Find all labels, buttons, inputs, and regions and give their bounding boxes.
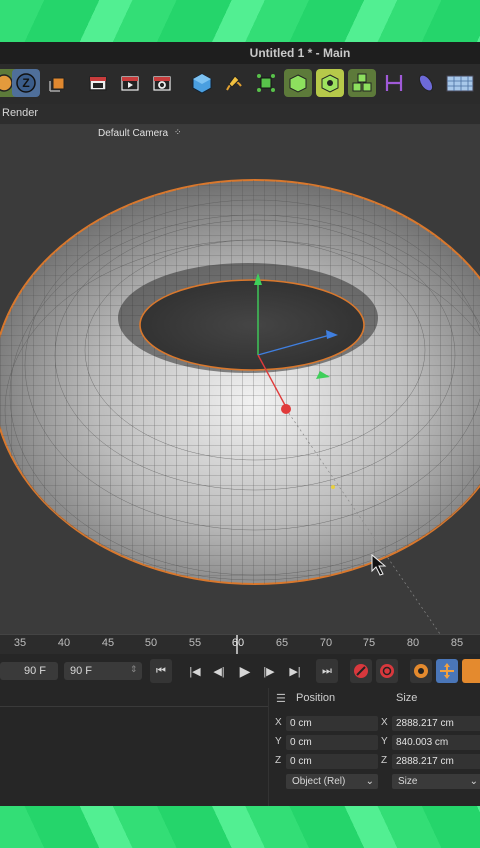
window-title: Untitled 1 * - Main (249, 46, 351, 60)
position-z-field[interactable]: 0 cm (286, 754, 378, 769)
stepper-icon[interactable]: ⇕ (130, 664, 138, 675)
timeline-tick: 70 (319, 637, 333, 649)
background-bottom (0, 806, 480, 848)
size-z-label: Z (381, 755, 388, 766)
timeline-tick: 50 (144, 637, 158, 649)
pen-spline-icon[interactable] (220, 69, 248, 97)
size-y-field[interactable]: 840.003 cm (392, 735, 480, 750)
clapboard-icon[interactable] (84, 69, 112, 97)
goto-end-icon[interactable]: ⏭ (316, 659, 338, 683)
capsule-icon[interactable] (412, 69, 440, 97)
next-key-icon[interactable]: ▶| (284, 659, 306, 683)
timeline-tick: 35 (13, 637, 27, 649)
size-header: Size (396, 692, 418, 704)
measure-icon[interactable] (380, 69, 408, 97)
camera-label[interactable]: Default Camera (98, 128, 168, 139)
timeline-tick: 80 (406, 637, 420, 649)
torus-render (0, 179, 480, 634)
chevron-down-icon: ⌄ (365, 776, 374, 787)
scale-key-icon[interactable] (462, 659, 480, 683)
play-icon[interactable]: ▶ (234, 659, 256, 683)
position-mode-value: Object (Rel) (292, 776, 346, 787)
size-x-field[interactable]: 2888.217 cm (392, 716, 480, 731)
next-frame-icon[interactable]: |▶ (258, 659, 280, 683)
position-header: Position (296, 692, 336, 704)
position-z-label: Z (275, 755, 282, 766)
svg-text:Z: Z (22, 76, 29, 90)
generator-icon[interactable] (252, 69, 280, 97)
start-frame-field[interactable]: 90 F (0, 662, 58, 680)
position-mode-dropdown[interactable]: Object (Rel) ⌄ (286, 774, 378, 789)
background-top (0, 0, 480, 42)
keyframe-settings-icon[interactable] (410, 659, 432, 683)
3d-viewport[interactable]: Default Camera ⁘ (0, 125, 480, 634)
autokey-icon[interactable] (376, 659, 398, 683)
timeline-tick: 45 (101, 637, 115, 649)
transport-bar: 90 F 90 F ⇕ ⏮ |◀ ◀| ▶ |▶ ▶| ⏭ (0, 654, 480, 688)
subdivision-icon[interactable] (316, 69, 344, 97)
timeline-tick: 55 (188, 637, 202, 649)
cube-object-icon[interactable] (44, 69, 72, 97)
camera-dropdown-icon[interactable]: ⁘ (174, 127, 182, 138)
size-z-field[interactable]: 2888.217 cm (392, 754, 480, 769)
goto-start-icon[interactable]: ⏮ (150, 659, 172, 683)
cube-primitive-icon[interactable] (188, 69, 216, 97)
render-icon[interactable] (116, 69, 144, 97)
cloner-icon[interactable] (348, 69, 376, 97)
timeline-tick: 75 (362, 637, 376, 649)
size-mode-value: Size (398, 776, 418, 787)
record-icon[interactable] (350, 659, 372, 683)
size-x-label: X (381, 717, 388, 728)
chevron-down-icon: ⌄ (469, 776, 478, 787)
timeline-tick-current: 60 (231, 637, 245, 649)
z-axis-icon[interactable]: Z (12, 69, 40, 97)
menu-icon[interactable]: ☰ (276, 692, 286, 705)
deformer-icon[interactable] (284, 69, 312, 97)
timeline-tick: 65 (275, 637, 289, 649)
move-key-icon[interactable] (436, 659, 458, 683)
timeline-tick: 85 (450, 637, 464, 649)
position-x-label: X (275, 717, 282, 728)
size-mode-dropdown[interactable]: Size ⌄ (392, 774, 480, 789)
menu-bar: Render (0, 104, 480, 125)
position-y-field[interactable]: 0 cm (286, 735, 378, 750)
position-y-label: Y (275, 736, 282, 747)
timeline-tick: 40 (57, 637, 71, 649)
left-panel (0, 688, 269, 806)
menu-render[interactable]: Render (2, 107, 38, 119)
position-x-field[interactable]: 0 cm (286, 716, 378, 731)
toolbar: Z (0, 64, 480, 104)
app-window: Untitled 1 * - Main Z Render Default Cam… (0, 42, 480, 806)
floor-icon[interactable] (444, 69, 476, 97)
size-y-label: Y (381, 736, 388, 747)
render-settings-icon[interactable] (148, 69, 176, 97)
prev-frame-icon[interactable]: ◀| (208, 659, 230, 683)
timeline-ruler[interactable]: 35 40 45 50 55 60 65 70 75 80 85 (0, 634, 480, 655)
title-bar: Untitled 1 * - Main (0, 42, 480, 64)
coordinates-panel: ☰ Position Size X 0 cm X 2888.217 cm Y 0… (270, 688, 480, 806)
prev-key-icon[interactable]: |◀ (184, 659, 206, 683)
